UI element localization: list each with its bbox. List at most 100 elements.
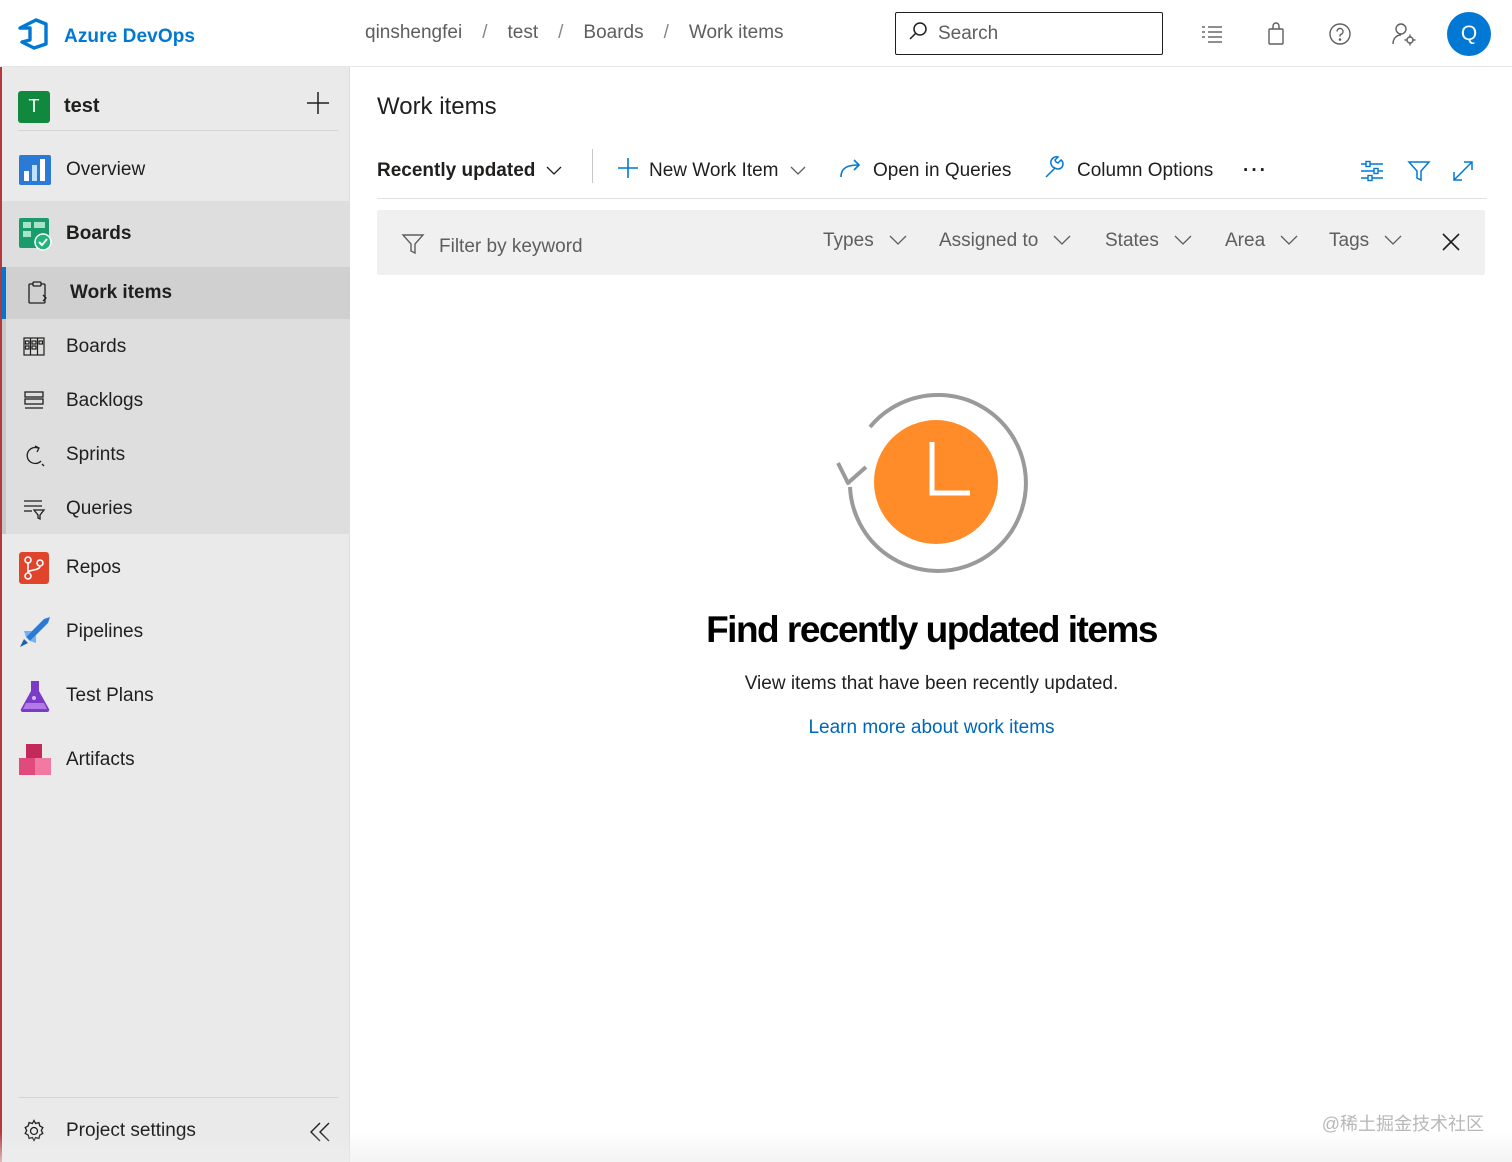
sidebar-item-artifacts[interactable]: Artifacts: [2, 737, 350, 783]
shopping-bag-icon[interactable]: [1262, 20, 1290, 48]
chevron-down-icon: [1173, 230, 1193, 252]
overview-icon: [18, 153, 52, 187]
sidebar-item-label: Queries: [66, 498, 133, 519]
sidebar-item-label: Pipelines: [66, 621, 144, 642]
project-header[interactable]: T test: [18, 83, 338, 131]
repos-icon: [18, 551, 52, 585]
project-badge: T: [18, 90, 50, 123]
column-options-button[interactable]: Column Options: [1043, 153, 1213, 189]
toolbar: Recently updated New Work Item Open in Q…: [377, 147, 1487, 199]
sidebar-item-overview[interactable]: Overview: [2, 147, 350, 193]
add-icon[interactable]: [306, 91, 330, 115]
filter-icon[interactable]: [1407, 153, 1431, 189]
sidebar-item-repos[interactable]: Repos: [2, 545, 350, 591]
close-filter-icon[interactable]: [1441, 232, 1461, 252]
breadcrumb-boards[interactable]: Boards: [583, 22, 643, 44]
artifacts-icon: [18, 743, 52, 777]
top-header: Azure DevOps qinshengfei / test / Boards…: [0, 0, 1512, 67]
collapse-sidebar-icon[interactable]: [308, 1120, 332, 1144]
sidebar-item-label: Artifacts: [66, 749, 135, 770]
brand[interactable]: Azure DevOps: [18, 18, 195, 55]
tags-filter-dropdown[interactable]: Tags: [1329, 230, 1403, 252]
sidebar-item-boards[interactable]: Boards: [2, 201, 350, 267]
more-actions-button[interactable]: ···: [1243, 153, 1268, 189]
open-in-queries-label: Open in Queries: [873, 160, 1012, 181]
keyword-filter-input[interactable]: Filter by keyword: [401, 232, 583, 262]
view-options-icon[interactable]: [1359, 153, 1385, 189]
more-icon: ···: [1243, 160, 1268, 181]
gear-icon: [22, 1119, 46, 1143]
project-settings-label: Project settings: [66, 1120, 196, 1141]
brand-name: Azure DevOps: [64, 25, 196, 47]
sidebar-item-queries[interactable]: Queries: [2, 483, 350, 535]
breadcrumb-separator: /: [482, 22, 488, 43]
tags-filter-label: Tags: [1329, 230, 1370, 251]
help-icon[interactable]: [1326, 20, 1354, 48]
states-filter-dropdown[interactable]: States: [1105, 230, 1193, 252]
sidebar-item-backlogs[interactable]: Backlogs: [2, 375, 350, 427]
new-work-item-button[interactable]: New Work Item: [617, 153, 807, 189]
learn-more-link[interactable]: Learn more about work items: [351, 717, 1512, 739]
sidebar-item-pipelines[interactable]: Pipelines: [2, 609, 350, 655]
types-filter-dropdown[interactable]: Types: [823, 230, 908, 252]
sidebar-item-label: Overview: [66, 159, 146, 180]
chevron-down-icon: [789, 160, 807, 182]
board-grid-icon: [22, 335, 46, 359]
breadcrumb-org[interactable]: qinshengfei: [365, 22, 462, 44]
project-name: test: [64, 95, 100, 117]
chevron-down-icon: [888, 230, 908, 252]
recent-clock-icon: [832, 387, 1032, 577]
breadcrumb-separator: /: [663, 22, 669, 43]
project-settings-button[interactable]: Project settings: [2, 1108, 350, 1154]
azure-devops-logo-icon: [18, 18, 50, 55]
keyword-filter-placeholder: Filter by keyword: [439, 236, 583, 257]
sidebar-item-label: Backlogs: [66, 390, 144, 411]
user-avatar[interactable]: Q: [1447, 12, 1491, 56]
new-work-item-label: New Work Item: [649, 160, 779, 181]
filter-icon: [401, 232, 425, 262]
backlog-icon: [22, 389, 46, 413]
toolbar-divider: [592, 149, 593, 183]
user-settings-icon[interactable]: [1390, 20, 1418, 48]
sidebar-item-boards-sub[interactable]: Boards: [2, 321, 350, 373]
area-filter-label: Area: [1225, 230, 1266, 251]
sidebar-item-label: Repos: [66, 557, 121, 578]
assigned-to-filter-dropdown[interactable]: Assigned to: [939, 230, 1072, 252]
chevron-down-icon: [1279, 230, 1299, 252]
sidebar-item-label: Sprints: [66, 444, 126, 465]
pipelines-icon: [18, 615, 52, 649]
search-placeholder: Search: [938, 22, 999, 44]
sidebar-item-label: Work items: [70, 282, 173, 303]
breadcrumb-project[interactable]: test: [507, 22, 538, 44]
chevron-down-icon: [1052, 230, 1072, 252]
main-content: Work items Recently updated New Work Ite…: [351, 67, 1512, 1162]
boards-icon: [18, 217, 52, 251]
sprint-icon: [22, 443, 46, 467]
search-box[interactable]: Search: [895, 12, 1163, 55]
breadcrumb: qinshengfei / test / Boards / Work items: [365, 22, 784, 44]
task-list-icon[interactable]: [1198, 20, 1226, 48]
view-selector-dropdown[interactable]: Recently updated: [377, 153, 563, 189]
chevron-down-icon: [545, 160, 563, 182]
search-icon: [908, 21, 928, 47]
filter-bar: Filter by keyword Types Assigned to Stat…: [377, 210, 1485, 275]
sidebar-item-sprints[interactable]: Sprints: [2, 429, 350, 481]
sidebar-item-test-plans[interactable]: Test Plans: [2, 673, 350, 719]
sidebar-item-work-items[interactable]: Work items: [2, 267, 350, 319]
wrench-icon: [1043, 156, 1067, 186]
types-filter-label: Types: [823, 230, 874, 251]
chevron-down-icon: [1383, 230, 1403, 252]
project-settings-row: Project settings: [18, 1097, 338, 1162]
watermark: @稀土掘金技术社区: [1321, 1114, 1484, 1134]
sidebar-item-label: Boards: [66, 336, 127, 357]
column-options-label: Column Options: [1077, 160, 1214, 181]
breadcrumb-separator: /: [558, 22, 564, 43]
breadcrumb-work-items[interactable]: Work items: [689, 22, 784, 44]
test-plans-icon: [18, 679, 52, 713]
sidebar-item-label: Test Plans: [66, 685, 154, 706]
fullscreen-icon[interactable]: [1451, 153, 1475, 189]
area-filter-dropdown[interactable]: Area: [1225, 230, 1299, 252]
open-in-queries-button[interactable]: Open in Queries: [839, 153, 1011, 189]
share-arrow-icon: [839, 157, 863, 185]
work-items-icon: [26, 281, 50, 305]
